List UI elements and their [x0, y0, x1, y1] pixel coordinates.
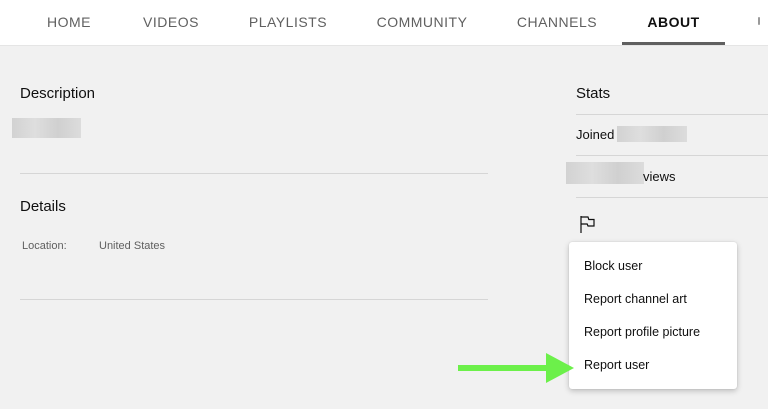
tab-overflow-indicator[interactable]: [758, 17, 760, 25]
view-count-redacted: [566, 162, 644, 184]
menu-item-report-user[interactable]: Report user: [569, 349, 737, 382]
description-redacted: [12, 118, 81, 138]
stats-divider-3: [576, 197, 768, 198]
tab-channels[interactable]: CHANNELS: [504, 0, 610, 46]
joined-date-redacted: [617, 126, 687, 142]
channel-about-page: HOME VIDEOS PLAYLISTS COMMUNITY CHANNELS…: [0, 0, 768, 409]
tab-community[interactable]: COMMUNITY: [364, 0, 480, 46]
joined-label: Joined: [576, 127, 615, 142]
description-title: Description: [20, 85, 96, 102]
report-flag-button[interactable]: [577, 213, 599, 235]
tab-videos[interactable]: VIDEOS: [130, 0, 212, 46]
tab-about[interactable]: ABOUT: [622, 0, 725, 46]
tab-playlists[interactable]: PLAYLISTS: [236, 0, 340, 46]
stats-title: Stats: [576, 85, 611, 102]
details-divider: [20, 299, 488, 300]
stats-divider-2: [576, 155, 768, 156]
menu-item-report-profile-picture[interactable]: Report profile picture: [569, 316, 737, 349]
tab-home[interactable]: HOME: [30, 0, 108, 46]
location-label: Location:: [22, 240, 67, 252]
active-tab-indicator: [622, 42, 725, 45]
menu-item-block-user[interactable]: Block user: [569, 250, 737, 283]
arrow-right-icon: [458, 353, 574, 383]
flag-icon: [580, 216, 595, 233]
location-value: United States: [99, 240, 166, 252]
description-divider: [20, 173, 488, 174]
stats-divider-1: [576, 114, 768, 115]
menu-item-report-channel-art[interactable]: Report channel art: [569, 283, 737, 316]
report-menu: Block user Report channel art Report pro…: [569, 242, 737, 389]
views-label: views: [643, 169, 676, 184]
channel-tab-bar: HOME VIDEOS PLAYLISTS COMMUNITY CHANNELS…: [0, 0, 768, 46]
details-title: Details: [20, 198, 66, 215]
